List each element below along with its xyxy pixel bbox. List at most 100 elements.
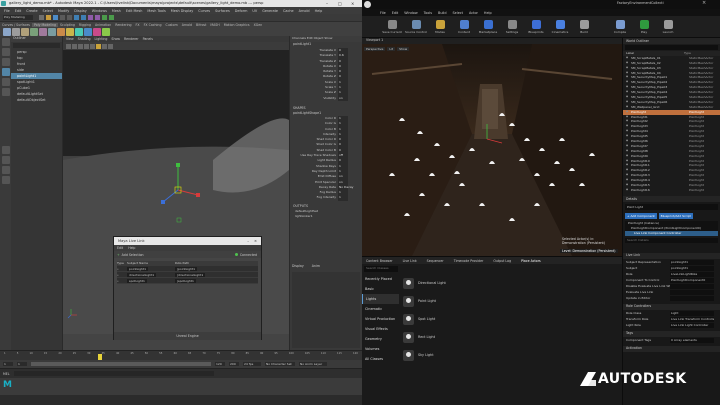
subject-name[interactable]: spotLight1 xyxy=(127,278,147,283)
category-virtual-production[interactable]: Virtual Production xyxy=(362,314,399,324)
viewport-menu-lighting[interactable]: Lighting xyxy=(95,37,108,41)
shelf-tab-curves-surfaces[interactable]: Curves / Surfaces xyxy=(0,23,32,27)
four-view-icon[interactable] xyxy=(1,156,10,164)
playback-start-field[interactable]: 1 xyxy=(17,362,27,366)
menu-edit-mesh[interactable]: Edit Mesh xyxy=(126,9,143,13)
menu-deform[interactable]: Deform xyxy=(235,9,248,13)
toolbar-build-button[interactable]: Build xyxy=(572,16,596,38)
category-lights[interactable]: Lights xyxy=(362,294,399,304)
menu-display[interactable]: Display xyxy=(74,9,87,13)
lights-icon[interactable] xyxy=(96,43,101,49)
viewport-mode-perspective[interactable]: Perspective xyxy=(364,47,386,51)
range-bar[interactable] xyxy=(31,362,211,366)
toolbar-source-control-button[interactable]: Source Control xyxy=(404,16,428,38)
bottom-tab-sequencer[interactable]: Sequencer xyxy=(427,259,444,263)
shelf-tab-fx[interactable]: FX xyxy=(134,23,142,27)
viewport-mode-show[interactable]: Show xyxy=(397,47,410,51)
component-item[interactable]: Live Link Component Controller xyxy=(625,231,718,236)
world-outliner-search[interactable] xyxy=(625,45,718,50)
toolbar-blueprints-button[interactable]: Blueprints xyxy=(524,16,548,38)
detail-value[interactable]: pointLight1 xyxy=(670,259,714,265)
separate-icon[interactable] xyxy=(66,27,74,36)
scale-tool-icon[interactable] xyxy=(1,88,10,96)
shelf-tab-motion-graphics[interactable]: Motion Graphics xyxy=(222,23,252,27)
menu-arnold[interactable]: Arnold xyxy=(299,9,310,13)
ue-menu-select[interactable]: Select xyxy=(453,11,463,15)
place-actors-search[interactable]: Search Classes xyxy=(364,266,398,272)
cube-icon[interactable] xyxy=(12,27,20,36)
detail-value[interactable]: Light xyxy=(670,310,714,316)
plane-icon[interactable] xyxy=(39,27,47,36)
toolbar-play-button[interactable]: Play xyxy=(632,16,656,38)
bevel-icon[interactable] xyxy=(93,27,101,36)
live-link-menu-edit[interactable]: Edit xyxy=(117,246,123,250)
add-component-button[interactable]: + Add Component xyxy=(625,212,657,219)
shelf-tab-animation[interactable]: Animation xyxy=(93,23,113,27)
place-actor-spot-light[interactable]: Spot Light xyxy=(400,310,620,328)
output-node[interactable]: lightLinker1 xyxy=(290,214,362,219)
anim-layer-selector[interactable]: No Anim Layer xyxy=(299,362,327,366)
place-actor-sky-light[interactable]: Sky Light xyxy=(400,346,620,364)
category-cinematic[interactable]: Cinematic xyxy=(362,304,399,314)
character-set-selector[interactable]: No Character Set xyxy=(265,362,295,366)
mode-selector[interactable]: Poly Modeling xyxy=(3,15,33,20)
menu-create[interactable]: Create xyxy=(26,9,37,13)
undo-icon[interactable] xyxy=(60,15,65,20)
menu-mesh-tools[interactable]: Mesh Tools xyxy=(147,9,165,13)
range-end-field[interactable]: 200 xyxy=(229,362,239,366)
maximize-icon[interactable]: □ xyxy=(338,0,342,7)
dialog-close-icon[interactable]: × xyxy=(254,237,257,245)
fps-selector[interactable]: 24 fps xyxy=(243,362,261,366)
menu-file[interactable]: File xyxy=(4,9,10,13)
category-recently-placed[interactable]: Recently Placed xyxy=(362,274,399,284)
save-scene-icon[interactable] xyxy=(53,15,58,20)
graph-view-icon[interactable] xyxy=(1,176,10,184)
detail-value[interactable]: 0 Array elements xyxy=(670,337,714,343)
command-input[interactable] xyxy=(13,371,214,376)
ue-menu-file[interactable]: File xyxy=(380,11,386,15)
sphere-icon[interactable] xyxy=(3,27,11,36)
toolbar-content-button[interactable]: Content xyxy=(452,16,476,38)
menu-edit[interactable]: Edit xyxy=(15,9,22,13)
outliner-search-field[interactable] xyxy=(13,43,60,48)
single-view-icon[interactable] xyxy=(1,146,10,154)
new-scene-icon[interactable] xyxy=(39,15,44,20)
select-tool-icon[interactable] xyxy=(1,38,10,46)
place-actor-point-light[interactable]: Point Light xyxy=(400,292,620,310)
toolbar-marketplace-button[interactable]: Marketplace xyxy=(476,16,500,38)
toolbar-cinematics-button[interactable]: Cinematics xyxy=(548,16,572,38)
bottom-tab-output-log[interactable]: Output Log xyxy=(493,259,511,263)
menu-surfaces[interactable]: Surfaces xyxy=(215,9,230,13)
detail-value[interactable]: PointLightComponent0 xyxy=(670,277,714,283)
detail-value[interactable] xyxy=(670,283,714,289)
camera-icon[interactable] xyxy=(66,43,71,49)
torus-icon[interactable] xyxy=(48,27,56,36)
open-scene-icon[interactable] xyxy=(46,15,51,20)
menu-uv[interactable]: UV xyxy=(252,9,257,13)
menu-mesh-display[interactable]: Mesh Display xyxy=(171,9,194,13)
viewport-menu-panels[interactable]: Panels xyxy=(143,37,153,41)
shelf-tab-bifrost[interactable]: Bifrost xyxy=(194,23,208,27)
redo-icon[interactable] xyxy=(67,15,72,20)
smooth-shade-icon[interactable] xyxy=(84,43,89,49)
render-icon[interactable] xyxy=(102,15,107,20)
textured-icon[interactable] xyxy=(90,43,95,49)
menu-mesh[interactable]: Mesh xyxy=(112,9,121,13)
time-slider[interactable]: 1 5 10 15 20 25 30 35 40 45 50 55 60 65 70 75 80 85 90 95 10… xyxy=(0,350,362,360)
select-by-hierarchy-icon[interactable] xyxy=(74,15,79,20)
category-geometry[interactable]: Geometry xyxy=(362,334,399,344)
snap-curve-icon[interactable] xyxy=(95,15,100,20)
shelf-tab-rendering[interactable]: Rendering xyxy=(113,23,133,27)
category-visual-effects[interactable]: Visual Effects xyxy=(362,324,399,334)
bottom-tab-timecode-provider[interactable]: Timecode Provider xyxy=(454,259,484,263)
ue-menu-window[interactable]: Window xyxy=(404,11,417,15)
viewport-menu-renderer[interactable]: Renderer xyxy=(124,37,139,41)
paint-select-icon[interactable] xyxy=(1,58,10,66)
menu-windows[interactable]: Windows xyxy=(92,9,107,13)
details-tab[interactable]: Details xyxy=(623,196,720,202)
unreal-close-icon[interactable]: × xyxy=(702,0,706,6)
column-header-subject-name[interactable]: Subject Name xyxy=(127,261,175,266)
category-volumes[interactable]: Volumes xyxy=(362,344,399,354)
shelf-tab-sculpting[interactable]: Sculpting xyxy=(58,23,77,27)
level-tab[interactable]: FactoryEnvironmentCollecti xyxy=(617,1,664,5)
